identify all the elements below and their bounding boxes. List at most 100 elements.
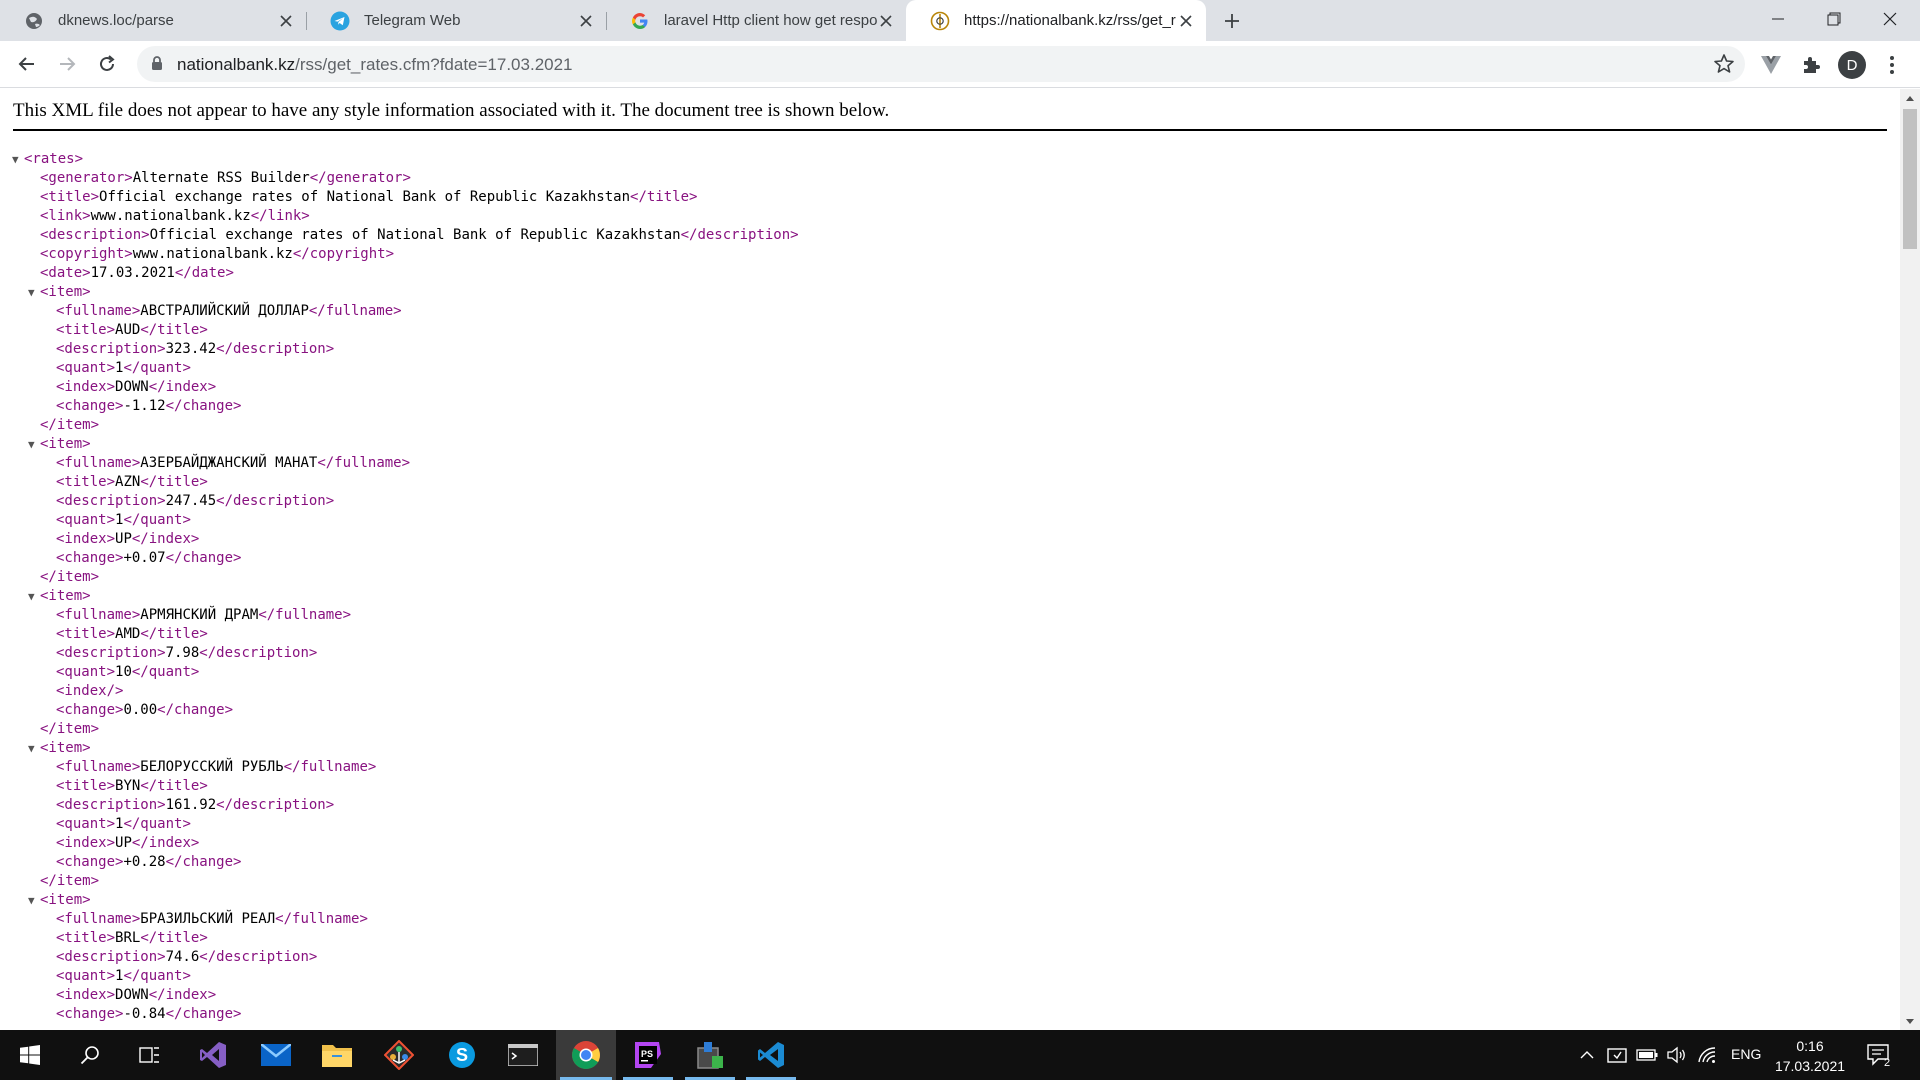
vertical-scrollbar[interactable] — [1900, 89, 1920, 1030]
mail-icon[interactable] — [248, 1030, 304, 1080]
xml-node: <title>BRL</title> — [56, 930, 208, 946]
volume-icon[interactable] — [1664, 1030, 1690, 1080]
globe-icon — [24, 11, 44, 31]
xml-node: <change>-0.84</change> — [56, 1006, 242, 1022]
url-path: /rss/get_rates.cfm?fdate=17.03.2021 — [295, 55, 573, 74]
tab-nationalbank[interactable]: https://nationalbank.kz/rss/get_r — [906, 0, 1206, 41]
scroll-up-arrow-icon[interactable] — [1900, 89, 1920, 107]
xml-node: <title>AUD</title> — [56, 322, 208, 338]
xml-node-item-close: </item> — [40, 569, 100, 585]
windows-taskbar: S PS ENG 0:16 17.03.2021 2 — [0, 1030, 1920, 1080]
restore-icon[interactable] — [1806, 0, 1862, 38]
windows-start-icon[interactable] — [2, 1030, 58, 1080]
close-icon[interactable] — [576, 11, 596, 31]
visual-studio-icon[interactable] — [185, 1030, 241, 1080]
input-language[interactable]: ENG — [1731, 1046, 1761, 1062]
xml-node: <index>DOWN</index> — [56, 379, 217, 395]
tab-google-search[interactable]: laravel Http client how get respo — [606, 0, 906, 41]
xml-node-item-open[interactable]: ▼ <item> — [12, 435, 799, 454]
xml-node: <title>Official exchange rates of Nation… — [40, 189, 698, 205]
google-icon — [630, 11, 650, 31]
xml-node-rates-open[interactable]: ▼ <rates> — [12, 150, 799, 169]
url-text[interactable]: nationalbank.kz/rss/get_rates.cfm?fdate=… — [177, 55, 573, 75]
tab-dknews[interactable]: dknews.loc/parse — [0, 0, 306, 41]
clock-date: 17.03.2021 — [1774, 1058, 1846, 1074]
xml-node: <title>AZN</title> — [56, 474, 208, 490]
xml-node-item-open[interactable]: ▼ <item> — [12, 739, 799, 758]
vscode-icon[interactable] — [742, 1030, 800, 1080]
lock-icon[interactable] — [151, 56, 163, 76]
scroll-thumb[interactable] — [1903, 109, 1917, 249]
wifi-icon[interactable] — [1694, 1030, 1720, 1080]
browser-toolbar: nationalbank.kz/rss/get_rates.cfm?fdate=… — [0, 41, 1920, 88]
url-host: nationalbank.kz — [177, 55, 296, 74]
chrome-icon[interactable] — [556, 1030, 616, 1080]
reload-icon[interactable] — [91, 48, 123, 80]
extensions-puzzle-icon[interactable] — [1798, 52, 1824, 78]
tab-title: https://nationalbank.kz/rss/get_r — [964, 12, 1176, 29]
collapse-triangle-icon[interactable]: ▼ — [28, 435, 40, 454]
phpstorm-icon[interactable]: PS — [619, 1030, 677, 1080]
xml-node: <index>UP</index> — [56, 835, 200, 851]
address-bar[interactable]: nationalbank.kz/rss/get_rates.cfm?fdate=… — [137, 46, 1745, 82]
collapse-triangle-icon[interactable]: ▼ — [28, 283, 40, 302]
xml-style-notice: This XML file does not appear to have an… — [13, 100, 1887, 131]
xml-node-item-close: </item> — [40, 417, 100, 433]
xml-node: <title>BYN</title> — [56, 778, 208, 794]
xml-node: <index/> — [56, 683, 124, 699]
bookmark-star-icon[interactable] — [1713, 53, 1735, 80]
xml-node: <change>+0.28</change> — [56, 854, 242, 870]
xml-node: <description>323.42</description> — [56, 341, 335, 357]
xml-node: <index>DOWN</index> — [56, 987, 217, 1003]
new-tab-plus-icon[interactable] — [1219, 8, 1245, 34]
xml-node: <fullname>АРМЯНСКИЙ ДРАМ</fullname> — [56, 607, 352, 623]
tab-title: dknews.loc/parse — [58, 12, 174, 29]
close-icon[interactable] — [876, 11, 896, 31]
xml-node: <description>161.92</description> — [56, 797, 335, 813]
forward-arrow-icon[interactable] — [51, 48, 83, 80]
xml-node-item-open[interactable]: ▼ <item> — [12, 587, 799, 606]
show-hidden-icons-chevron-icon[interactable] — [1576, 1030, 1598, 1080]
tab-telegram[interactable]: Telegram Web — [306, 0, 606, 41]
clock-time: 0:16 — [1796, 1038, 1824, 1054]
xml-node-item-open[interactable]: ▼ <item> — [12, 283, 799, 302]
profile-avatar[interactable]: D — [1838, 51, 1866, 79]
xml-node: <description>247.45</description> — [56, 493, 335, 509]
xml-node: <fullname>БЕЛОРУССКИЙ РУБЛЬ</fullname> — [56, 759, 377, 775]
xml-node: <fullname>БРАЗИЛЬСКИЙ РЕАЛ</fullname> — [56, 911, 368, 927]
file-explorer-icon[interactable] — [309, 1030, 365, 1080]
close-icon[interactable] — [276, 11, 296, 31]
collapse-triangle-icon[interactable]: ▼ — [12, 150, 24, 169]
xml-node: <description>Official exchange rates of … — [40, 227, 799, 243]
xml-node: <title>AMD</title> — [56, 626, 208, 642]
vue-devtools-icon[interactable] — [1758, 52, 1784, 78]
minimize-icon[interactable] — [1750, 0, 1806, 38]
app-installer-icon[interactable] — [681, 1030, 739, 1080]
security-tray-icon[interactable] — [1604, 1030, 1630, 1080]
xml-node: <fullname>АЗЕРБАЙДЖАНСКИЙ МАНАТ</fullnam… — [56, 455, 411, 471]
back-arrow-icon[interactable] — [11, 48, 43, 80]
collapse-triangle-icon[interactable]: ▼ — [28, 891, 40, 910]
task-view-icon[interactable] — [122, 1030, 178, 1080]
xml-node-item-close: </item> — [40, 873, 100, 889]
close-icon[interactable] — [1176, 11, 1196, 31]
svg-text:S: S — [456, 1045, 468, 1065]
window-close-icon[interactable] — [1862, 0, 1918, 38]
tab-title: Telegram Web — [364, 12, 461, 29]
more-menu-icon[interactable] — [1882, 51, 1902, 79]
battery-icon[interactable] — [1634, 1030, 1660, 1080]
skype-icon[interactable]: S — [434, 1030, 490, 1080]
xml-node: <date>17.03.2021</date> — [40, 265, 234, 281]
xml-node: <quant>1</quant> — [56, 360, 191, 376]
system-clock[interactable]: 0:16 17.03.2021 — [1772, 1036, 1848, 1076]
xml-node: <generator>Alternate RSS Builder</genera… — [40, 170, 411, 186]
xml-node: <quant>1</quant> — [56, 968, 191, 984]
scroll-down-arrow-icon[interactable] — [1900, 1012, 1920, 1030]
xml-node: <description>7.98</description> — [56, 645, 318, 661]
search-icon[interactable] — [62, 1030, 118, 1080]
git-kraken-icon[interactable] — [371, 1030, 427, 1080]
collapse-triangle-icon[interactable]: ▼ — [28, 739, 40, 758]
xml-node-item-open[interactable]: ▼ <item> — [12, 891, 799, 910]
collapse-triangle-icon[interactable]: ▼ — [28, 587, 40, 606]
terminal-icon[interactable] — [495, 1030, 551, 1080]
